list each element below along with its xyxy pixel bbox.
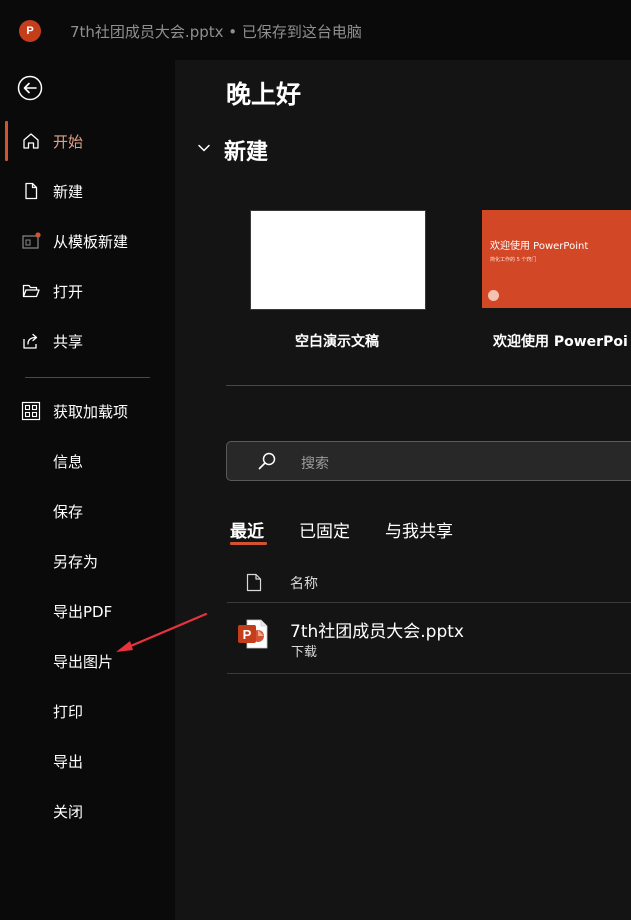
sidebar-item-home[interactable]: 开始 — [0, 121, 175, 161]
home-icon — [23, 133, 39, 149]
search-input[interactable]: 搜索 — [226, 441, 631, 481]
tab-shared-with-me[interactable]: 与我共享 — [385, 517, 453, 542]
pptx-file-icon: P — [238, 619, 268, 649]
sidebar-item-open[interactable]: 打开 — [0, 271, 175, 311]
file-name: 7th社团成员大会.pptx — [290, 622, 464, 642]
sidebar-item-label: 信息 — [53, 452, 84, 471]
sidebar-item-label: 关闭 — [53, 802, 84, 821]
sidebar-item-new[interactable]: 新建 — [0, 171, 175, 211]
add-ins-icon — [21, 401, 41, 421]
sidebar-item-label: 开始 — [53, 132, 84, 151]
new-section-title: 新建 — [224, 140, 269, 165]
folder-open-icon — [22, 284, 40, 298]
search-icon — [258, 452, 276, 470]
greeting-heading: 晚上好 — [226, 80, 302, 109]
sidebar-item-label: 获取加载项 — [53, 402, 129, 421]
backstage-sidebar: 开始 新建 从模板新建 打开 共享 获取加载项 信息 保存 另存为 导出PDF … — [0, 60, 175, 920]
template-label[interactable]: 空白演示文稿 — [250, 331, 424, 351]
active-indicator — [5, 121, 8, 161]
sidebar-item-label: 从模板新建 — [53, 232, 129, 251]
window-title: 7th社团成员大会.pptx • 已保存到这台电脑 — [70, 23, 362, 41]
file-location: 下载 — [291, 645, 318, 660]
sidebar-item-label: 保存 — [53, 502, 84, 521]
sidebar-item-label: 打开 — [53, 282, 84, 301]
sidebar-item-label: 共享 — [53, 332, 84, 351]
svg-text:P: P — [243, 627, 252, 642]
sidebar-item-label: 导出PDF — [53, 602, 113, 621]
sidebar-item-label: 导出 — [53, 752, 84, 771]
section-divider — [226, 385, 631, 386]
file-type-column-icon — [246, 573, 262, 592]
sidebar-item-export[interactable]: 导出 — [0, 741, 175, 781]
template-icon — [22, 232, 41, 249]
chevron-down-icon[interactable] — [197, 141, 211, 155]
template-label[interactable]: 欢迎使用 PowerPoi — [493, 331, 628, 351]
sidebar-item-info[interactable]: 信息 — [0, 441, 175, 481]
file-row[interactable]: P 7th社团成员大会.pptx 下载 — [227, 602, 631, 674]
sidebar-divider — [25, 377, 150, 378]
thumbnail-title: 欢迎使用 PowerPoint — [490, 241, 589, 252]
tab-recent[interactable]: 最近 — [230, 517, 264, 542]
column-header-name[interactable]: 名称 — [290, 573, 318, 593]
search-placeholder: 搜索 — [301, 456, 329, 472]
powerpoint-mini-logo-icon — [488, 290, 499, 301]
blank-presentation-thumbnail[interactable] — [250, 210, 426, 310]
sidebar-item-save[interactable]: 保存 — [0, 491, 175, 531]
sidebar-item-print[interactable]: 打印 — [0, 691, 175, 731]
sidebar-item-label: 新建 — [53, 182, 84, 201]
new-document-icon — [25, 182, 38, 200]
backstage-main: 晚上好 新建 空白演示文稿 欢迎使用 PowerPoint 简化工作的 5 个窍… — [175, 60, 631, 920]
tab-pinned[interactable]: 已固定 — [299, 517, 350, 542]
sidebar-item-close[interactable]: 关闭 — [0, 791, 175, 831]
app-logo-letter: P — [26, 25, 34, 37]
sidebar-item-share[interactable]: 共享 — [0, 321, 175, 361]
welcome-template-thumbnail[interactable]: 欢迎使用 PowerPoint 简化工作的 5 个窍门 — [482, 210, 631, 308]
active-tab-indicator — [230, 542, 267, 545]
share-icon — [23, 333, 38, 349]
sidebar-item-new-from-template[interactable]: 从模板新建 — [0, 221, 175, 261]
sidebar-item-save-as[interactable]: 另存为 — [0, 541, 175, 581]
annotation-arrow — [116, 612, 208, 652]
sidebar-item-label: 导出图片 — [53, 652, 114, 671]
sidebar-item-label: 打印 — [53, 702, 84, 721]
powerpoint-logo-icon: P — [19, 20, 41, 42]
sidebar-item-label: 另存为 — [53, 552, 99, 571]
sidebar-item-get-add-ins[interactable]: 获取加载项 — [0, 391, 175, 431]
thumbnail-subtitle: 简化工作的 5 个窍门 — [490, 257, 537, 263]
back-arrow-icon[interactable] — [17, 75, 43, 101]
title-bar: P 7th社团成员大会.pptx • 已保存到这台电脑 — [0, 0, 631, 60]
